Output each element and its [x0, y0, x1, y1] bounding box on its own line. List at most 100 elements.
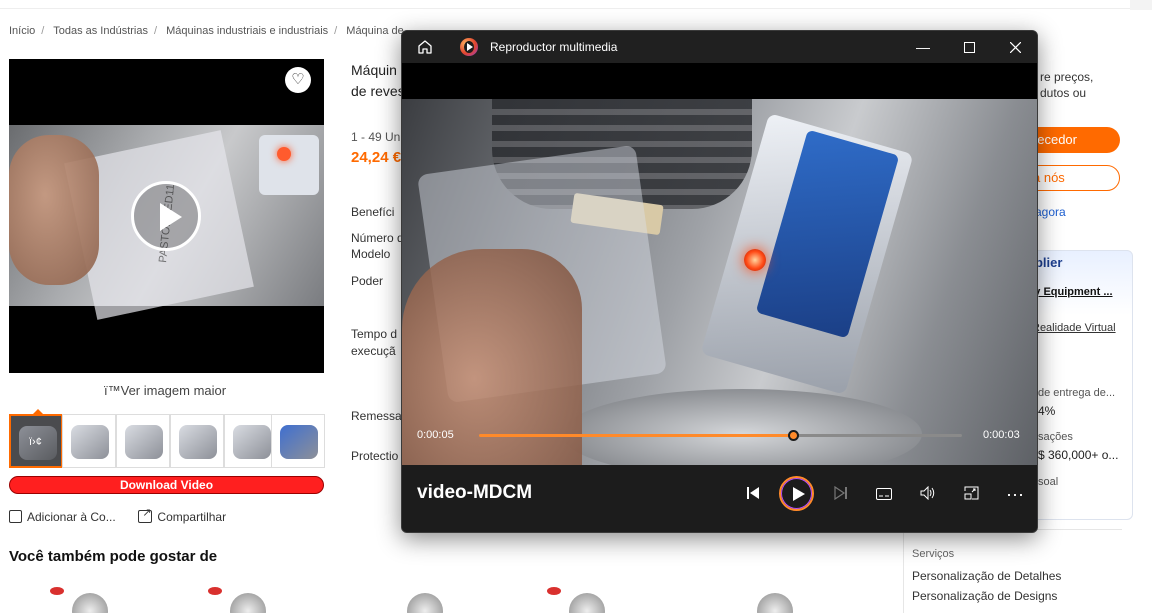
play-icon[interactable]	[779, 476, 814, 511]
breadcrumb-machine[interactable]: Máquina de	[346, 25, 404, 37]
product-image	[407, 593, 443, 613]
recommended-product[interactable]	[735, 585, 795, 613]
pricing-note: re preços,	[1040, 70, 1094, 84]
more-options-icon[interactable]: ⋯	[1001, 481, 1029, 509]
breadcrumb-separator: /	[154, 25, 158, 37]
product-image	[230, 593, 266, 613]
view-larger-link[interactable]: ï™Ver imagem maior	[104, 383, 226, 398]
header-edge	[1130, 0, 1152, 10]
model-label: Modelo	[351, 247, 391, 261]
thumbnail-image-3[interactable]	[170, 414, 224, 468]
brand-logo-icon	[208, 587, 222, 595]
mini-player-icon[interactable]	[957, 481, 985, 509]
maximize-icon[interactable]	[946, 31, 992, 63]
price: 24,24 €	[351, 149, 402, 166]
product-image	[72, 593, 108, 613]
player-titlebar: Reproductor multimedia —	[402, 31, 1037, 63]
recommended-product[interactable]	[385, 585, 445, 613]
thumbnail-image-1[interactable]	[62, 414, 116, 468]
supplier-name-link[interactable]: ry Equipment ...	[1030, 286, 1113, 298]
power-label: Poder	[351, 274, 384, 288]
thumbnail-image-4[interactable]	[224, 414, 278, 468]
benefits-label: Benefíci	[351, 205, 395, 219]
revenue-label: sações	[1038, 431, 1073, 443]
add-compare-label[interactable]: Adicionar à Co...	[27, 510, 116, 524]
favorite-heart-icon[interactable]: ♡	[285, 67, 311, 93]
lead-time-label: execuçã	[351, 344, 396, 358]
thumbnail-image	[233, 425, 271, 459]
thumbnail-image	[125, 425, 163, 459]
minimize-icon[interactable]: —	[900, 31, 946, 63]
media-player-app-icon	[460, 38, 478, 56]
product-actions: Adicionar à Co... Compartilhar	[9, 506, 226, 524]
previous-icon[interactable]	[739, 481, 767, 509]
video-frame	[402, 99, 1037, 465]
recommended-product[interactable]	[547, 585, 607, 613]
thumbnail-image	[71, 425, 109, 459]
seek-progress	[479, 434, 793, 437]
thumbnail-image-5[interactable]	[271, 414, 325, 468]
brand-logo-icon	[50, 587, 64, 595]
product-video[interactable]: PASTOF LED11 ♡	[9, 59, 324, 373]
hand-image	[9, 135, 99, 285]
thumbnail-video[interactable]: ï›¢	[9, 414, 63, 468]
player-app-title: Reproductor multimedia	[490, 40, 618, 54]
breadcrumb-separator: /	[41, 25, 45, 37]
product-image	[757, 593, 793, 613]
machine-base	[562, 389, 922, 465]
player-controls: video-MDCM ⋯	[402, 465, 1037, 532]
volume-icon[interactable]	[914, 481, 942, 509]
revenue-value: $ 360,000+ o...	[1038, 448, 1119, 462]
device-image	[259, 135, 319, 195]
lead-time-label: Tempo d	[351, 327, 398, 341]
thumbnail-strip: ï›¢	[9, 414, 325, 470]
also-like-heading: Você também pode gostar de	[9, 548, 218, 565]
product-title-line: de reves	[351, 83, 405, 99]
quantity-range: 1 - 49 Un	[351, 130, 401, 144]
service-item: Personalização de Designs	[912, 589, 1058, 603]
top-divider	[0, 8, 1152, 9]
led-light	[277, 147, 291, 161]
service-item: Personalização de Detalhes	[912, 569, 1062, 583]
visit-now-link[interactable]: agora	[1035, 205, 1066, 219]
breadcrumb-home[interactable]: Início	[9, 25, 35, 37]
protection-label: Protectio	[351, 449, 399, 463]
play-icon[interactable]	[131, 181, 201, 251]
share-icon[interactable]	[138, 506, 153, 523]
seek-handle[interactable]	[787, 430, 799, 441]
share-link[interactable]: Compartilhar	[157, 510, 226, 524]
response-label: soal	[1038, 476, 1059, 488]
product-image	[569, 593, 605, 613]
recommended-product[interactable]	[50, 585, 110, 613]
time-elapsed: 0:00:05	[417, 429, 454, 441]
thumbnail-image	[179, 425, 217, 459]
breadcrumb-industrial-machines[interactable]: Máquinas industriais e industriais	[166, 25, 328, 37]
thumbnail-image	[280, 425, 318, 459]
download-video-button[interactable]: Download Video	[9, 476, 324, 494]
on-time-delivery-label: de entrega de...	[1038, 387, 1116, 399]
machine-led	[744, 249, 766, 271]
page: Início / Todas as Indústrias / Máquinas in…	[0, 0, 1152, 613]
pricing-note: dutos ou	[1040, 86, 1087, 100]
compare-checkbox[interactable]	[9, 510, 22, 523]
breadcrumb-all-industries[interactable]: Todas as Indústrias	[53, 25, 148, 37]
media-player-window: Reproductor multimedia — 0:00:05 0:00:03	[401, 30, 1038, 533]
breadcrumb-separator: /	[334, 25, 338, 37]
video-thumb-label: ï›¢	[29, 436, 42, 448]
on-time-delivery-value: 4%	[1038, 404, 1056, 418]
brand-logo-icon	[547, 587, 561, 595]
breadcrumb: Início / Todas as Indústrias / Máquinas in…	[9, 25, 410, 39]
virtual-reality-link[interactable]: Realidade Virtual	[1032, 322, 1116, 334]
time-remaining: 0:00:03	[983, 429, 1020, 441]
number-label: Número d	[351, 231, 404, 245]
next-icon[interactable]	[827, 481, 855, 509]
thumbnail-image-2[interactable]	[116, 414, 170, 468]
video-area[interactable]	[402, 63, 1037, 465]
close-icon[interactable]	[992, 31, 1037, 63]
home-icon[interactable]	[417, 39, 433, 55]
services-label: Serviços	[912, 548, 955, 560]
subtitles-icon[interactable]	[870, 481, 898, 509]
product-title: Máquin de reves	[351, 60, 405, 102]
recommended-product[interactable]	[208, 585, 268, 613]
seek-bar[interactable]	[479, 430, 962, 441]
